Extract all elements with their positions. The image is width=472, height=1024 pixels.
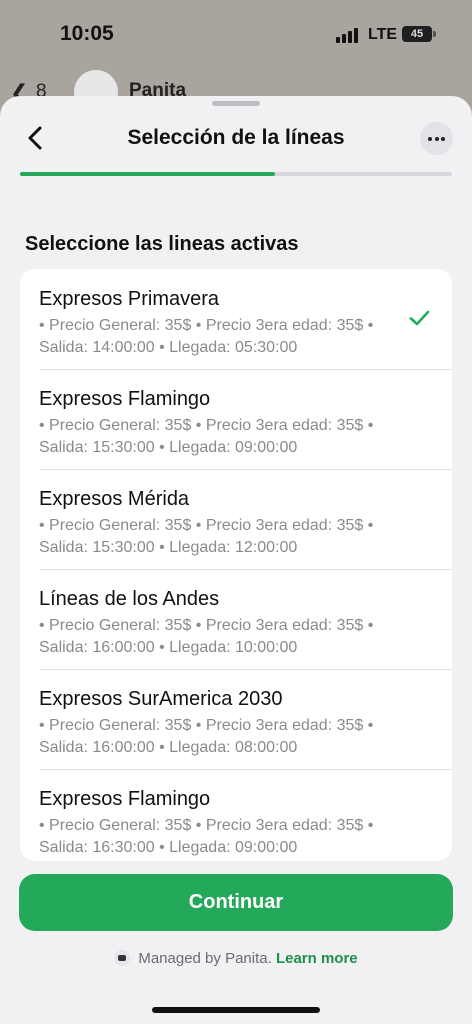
bottom-sheet: Selección de la líneas Seleccione las li… — [0, 96, 472, 1024]
item-title: Expresos Mérida — [39, 488, 190, 510]
more-horizontal-icon — [428, 137, 432, 141]
item-description: • Precio General: 35$ • Precio 3era edad… — [39, 517, 374, 556]
more-options-button[interactable] — [420, 122, 453, 155]
check-icon — [409, 310, 430, 326]
item-description: • Precio General: 35$ • Precio 3era edad… — [39, 317, 374, 356]
lines-list: Expresos Primavera • Precio General: 35$… — [20, 269, 452, 861]
list-item[interactable]: Expresos Mérida • Precio General: 35$ • … — [20, 469, 452, 569]
sheet-grabber[interactable] — [212, 101, 260, 106]
item-title: Líneas de los Andes — [39, 588, 220, 610]
status-bar: 10:05 LTE 45 — [0, 0, 472, 70]
item-description: • Precio General: 35$ • Precio 3era edad… — [39, 817, 374, 856]
cellular-signal-icon — [336, 27, 362, 43]
home-indicator — [152, 1007, 320, 1013]
continue-button[interactable]: Continuar — [19, 874, 453, 931]
item-description: • Precio General: 35$ • Precio 3era edad… — [39, 617, 374, 656]
list-item[interactable]: Expresos Primavera • Precio General: 35$… — [20, 269, 452, 369]
managed-by-text: Managed by Panita. — [138, 950, 272, 967]
list-item[interactable]: Expresos SurAmerica 2030 • Precio Genera… — [20, 669, 452, 769]
list-item[interactable]: Expresos Flamingo • Precio General: 35$ … — [20, 769, 452, 861]
item-title: Expresos Primavera — [39, 288, 220, 310]
section-label: Seleccione las lineas activas — [25, 233, 299, 255]
battery-icon: 45 — [402, 26, 432, 42]
battery-level: 45 — [410, 28, 424, 40]
list-item[interactable]: Líneas de los Andes • Precio General: 35… — [20, 569, 452, 669]
item-description: • Precio General: 35$ • Precio 3era edad… — [39, 417, 374, 456]
item-title: Expresos SurAmerica 2030 — [39, 688, 283, 710]
network-type: LTE — [368, 26, 398, 43]
progress-bar — [20, 172, 452, 176]
panita-logo-icon — [114, 950, 131, 966]
learn-more-link[interactable]: Learn more — [276, 950, 358, 967]
status-time: 10:05 — [60, 22, 114, 45]
managed-by-footer: Managed by Panita. Learn more — [0, 950, 472, 967]
item-description: • Precio General: 35$ • Precio 3era edad… — [39, 717, 374, 756]
progress-fill — [20, 172, 275, 176]
item-title: Expresos Flamingo — [39, 388, 211, 410]
battery-tip — [433, 31, 436, 37]
item-title: Expresos Flamingo — [39, 788, 211, 810]
sheet-title: Selección de la líneas — [127, 126, 345, 149]
list-item[interactable]: Expresos Flamingo • Precio General: 35$ … — [20, 369, 452, 469]
